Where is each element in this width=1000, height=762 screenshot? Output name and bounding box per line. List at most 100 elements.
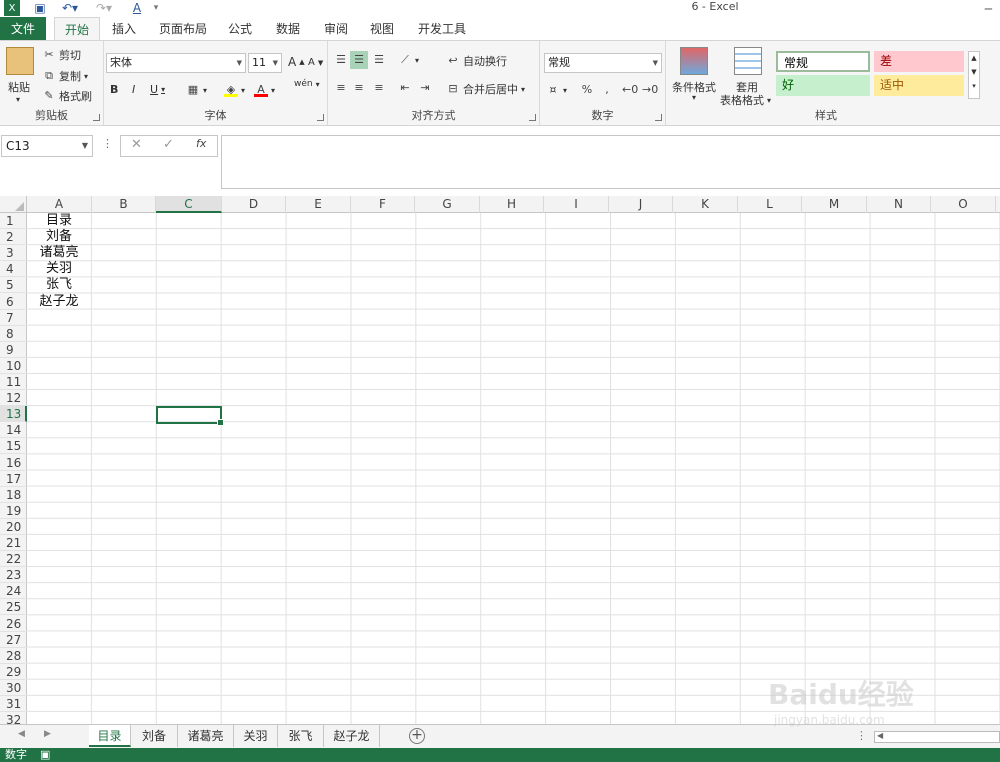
row-header[interactable]: 26 <box>0 616 27 632</box>
conditional-dropdown-icon[interactable]: ▾ <box>692 93 696 102</box>
column-header-c[interactable]: C <box>156 196 222 213</box>
horizontal-scrollbar[interactable]: ◀ <box>874 731 1000 743</box>
column-header-o[interactable]: O <box>931 196 996 213</box>
row-header[interactable]: 27 <box>0 632 27 648</box>
style-neutral[interactable]: 适中 <box>874 75 964 96</box>
align-bottom-button[interactable]: ☰ <box>372 53 386 67</box>
format-as-table-button[interactable]: 表格格式 ▾ <box>720 92 771 108</box>
minimize-icon[interactable]: ─ <box>985 2 992 16</box>
align-top-button[interactable]: ☰ <box>334 53 348 67</box>
column-header-g[interactable]: G <box>415 196 480 213</box>
row-header[interactable]: 30 <box>0 680 27 696</box>
cell-area[interactable] <box>27 213 1000 724</box>
column-header-a[interactable]: A <box>27 196 92 213</box>
clipboard-launcher-icon[interactable] <box>93 114 100 121</box>
column-header-n[interactable]: N <box>867 196 931 213</box>
phonetic-button[interactable]: wén ▾ <box>294 79 320 89</box>
macro-record-icon[interactable]: ▣ <box>40 748 50 762</box>
row-header[interactable]: 20 <box>0 519 27 535</box>
row-header[interactable]: 8 <box>0 326 27 342</box>
paste-icon[interactable] <box>6 47 34 75</box>
row-header[interactable]: 23 <box>0 567 27 584</box>
row-header[interactable]: 29 <box>0 664 27 680</box>
tab-review[interactable]: 审阅 <box>316 17 356 41</box>
format-as-table-icon[interactable] <box>734 47 762 75</box>
scroll-sheets-left-icon[interactable]: ◀ <box>18 729 25 739</box>
tab-page-layout[interactable]: 页面布局 <box>152 17 214 41</box>
active-cell-c13[interactable] <box>156 406 224 426</box>
row-header[interactable]: 5 <box>0 277 27 294</box>
column-header-b[interactable]: B <box>92 196 156 213</box>
row-header[interactable]: 22 <box>0 551 27 568</box>
enter-icon[interactable]: ✓ <box>163 137 174 152</box>
sheet-tab-liubei[interactable]: 刘备 <box>131 725 178 747</box>
column-header-h[interactable]: H <box>480 196 544 213</box>
increase-indent-button[interactable]: ⇥ <box>418 81 432 95</box>
column-header-m[interactable]: M <box>802 196 867 213</box>
style-normal[interactable]: 常规 <box>776 51 870 72</box>
format-painter-button[interactable]: ✎ 格式刷 <box>42 88 92 104</box>
tab-insert[interactable]: 插入 <box>104 17 144 41</box>
style-good[interactable]: 好 <box>776 75 870 96</box>
select-all-button[interactable] <box>0 196 27 213</box>
cell-a2[interactable]: 刘备 <box>27 229 91 245</box>
column-header-e[interactable]: E <box>286 196 351 213</box>
decrease-decimal-button[interactable]: →0 <box>642 83 658 97</box>
tab-formulas[interactable]: 公式 <box>220 17 260 41</box>
cancel-icon[interactable]: ✕ <box>131 137 142 152</box>
cell-a4[interactable]: 关羽 <box>27 261 91 277</box>
cut-button[interactable]: ✂ 剪切 <box>42 47 81 63</box>
font-name-select[interactable]: 宋体 ▼ <box>106 53 246 73</box>
row-header[interactable]: 1 <box>0 213 27 229</box>
increase-decimal-button[interactable]: ←0 <box>622 83 638 97</box>
row-header[interactable]: 3 <box>0 245 27 262</box>
row-header[interactable]: 4 <box>0 261 27 278</box>
number-format-select[interactable]: 常规 ▼ <box>544 53 662 73</box>
row-header[interactable]: 25 <box>0 599 27 616</box>
merge-center-button[interactable]: ⊟ 合并后居中 ▾ <box>446 81 525 97</box>
sheet-tab-zhugeliang[interactable]: 诸葛亮 <box>178 725 234 747</box>
italic-button[interactable]: I <box>132 83 135 96</box>
row-header[interactable]: 16 <box>0 455 27 471</box>
row-header[interactable]: 14 <box>0 422 27 439</box>
row-header[interactable]: 19 <box>0 503 27 519</box>
cell-a1[interactable]: 目录 <box>27 213 91 229</box>
row-header[interactable]: 13 <box>0 406 27 423</box>
fill-color-button[interactable]: ◈ ▾ <box>224 83 245 97</box>
row-header[interactable]: 6 <box>0 294 27 310</box>
more-options-icon[interactable]: ⋮ <box>856 729 867 742</box>
align-middle-button[interactable]: ☰ <box>350 51 368 69</box>
row-header[interactable]: 31 <box>0 696 27 712</box>
font-color-button[interactable]: A ▾ <box>254 83 275 97</box>
row-header[interactable]: 18 <box>0 487 27 503</box>
column-header-l[interactable]: L <box>738 196 802 213</box>
column-header-j[interactable]: J <box>609 196 673 213</box>
add-sheet-icon[interactable]: + <box>409 728 425 744</box>
align-right-button[interactable]: ≡ <box>372 81 386 95</box>
font-launcher-icon[interactable] <box>317 114 324 121</box>
copy-dropdown-icon[interactable]: ▾ <box>84 72 88 81</box>
cell-a3[interactable]: 诸葛亮 <box>27 245 91 261</box>
row-header[interactable]: 10 <box>0 358 27 374</box>
sheet-tab-guanyu[interactable]: 关羽 <box>234 725 278 747</box>
align-center-button[interactable]: ≡ <box>352 81 366 95</box>
comma-button[interactable]: , <box>600 83 614 97</box>
conditional-format-icon[interactable] <box>680 47 708 75</box>
more-options-icon[interactable]: ⋮ <box>102 137 113 150</box>
tab-data[interactable]: 数据 <box>268 17 308 41</box>
row-header[interactable]: 21 <box>0 535 27 551</box>
scroll-sheets-right-icon[interactable]: ▶ <box>44 729 51 739</box>
tab-view[interactable]: 视图 <box>362 17 402 41</box>
font-size-select[interactable]: 11 ▼ <box>248 53 282 73</box>
row-header[interactable]: 32 <box>0 712 27 724</box>
column-header-k[interactable]: K <box>673 196 738 213</box>
align-left-button[interactable]: ≡ <box>334 81 348 95</box>
row-header[interactable]: 7 <box>0 310 27 326</box>
accounting-format-button[interactable]: ¤ ▾ <box>546 83 568 97</box>
borders-button[interactable]: ▦ ▾ <box>186 83 207 97</box>
row-header[interactable]: 28 <box>0 648 27 664</box>
sheet-tab-index[interactable]: 目录 <box>89 725 131 747</box>
sheet-tab-zhaozilong[interactable]: 赵子龙 <box>324 725 380 747</box>
row-header[interactable]: 9 <box>0 342 27 358</box>
paste-button[interactable]: 粘贴 <box>8 79 30 95</box>
